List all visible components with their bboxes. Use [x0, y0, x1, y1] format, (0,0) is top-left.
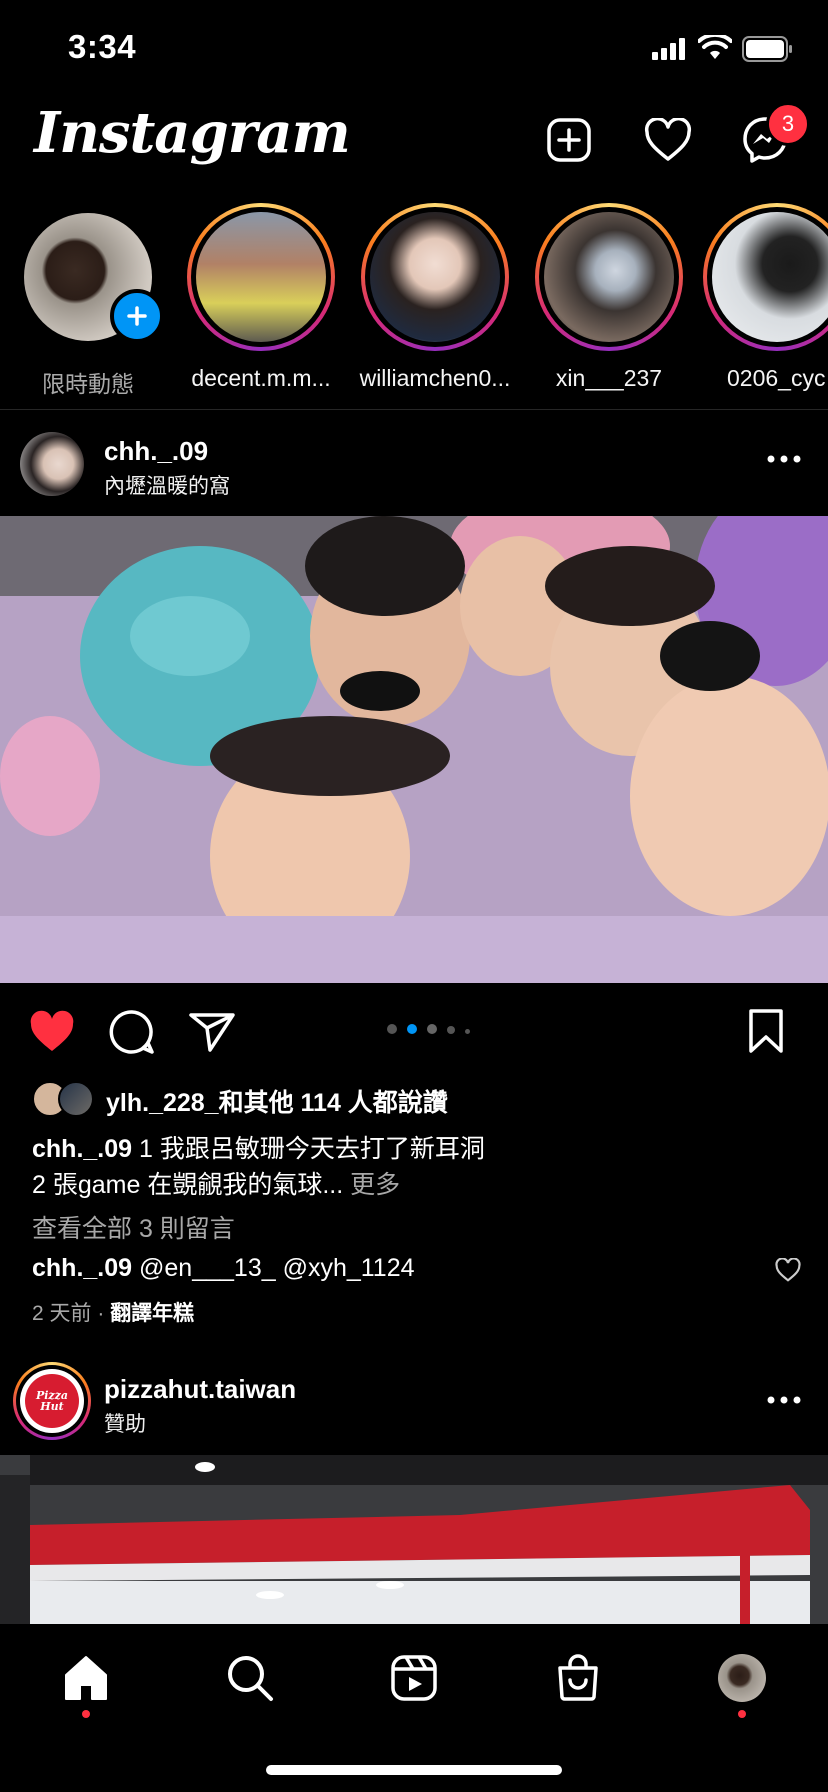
nav-reels-icon[interactable]	[384, 1648, 444, 1708]
story-label: williamchen0...	[359, 365, 511, 391]
caption-username[interactable]: chh._.09	[32, 1135, 132, 1163]
story-label: 限時動態	[42, 371, 134, 397]
activity-heart-button[interactable]	[642, 114, 694, 166]
post-more-icon[interactable]	[766, 452, 802, 471]
post-more-icon[interactable]	[766, 1393, 802, 1412]
wifi-icon	[697, 32, 733, 66]
story-avatar	[370, 212, 500, 342]
battery-icon	[742, 36, 794, 67]
comment-like-icon[interactable]	[775, 1257, 801, 1287]
caption: chh._.09 1 我跟呂敏珊今天去打了新耳洞 2 張game 在覬覦我的氣球…	[32, 1131, 792, 1203]
save-bookmark-icon[interactable]	[746, 1008, 786, 1059]
sponsor-username[interactable]: pizzahut.taiwan	[104, 1374, 296, 1405]
story-avatar	[196, 212, 326, 342]
translate-link[interactable]: 翻譯年糕	[110, 1302, 194, 1325]
comment-username[interactable]: chh._.09	[32, 1254, 132, 1282]
post-username[interactable]: chh._.09	[104, 436, 208, 467]
new-post-button[interactable]	[543, 114, 595, 166]
comment-icon[interactable]	[108, 1008, 156, 1061]
post-location[interactable]: 內壢溫暖的窩	[104, 470, 230, 500]
instagram-logo[interactable]: Instagram	[34, 100, 351, 166]
story-label: 0206_cyc	[727, 365, 826, 391]
home-indicator	[266, 1765, 562, 1775]
caption-line2: 2 張game 在覬覦我的氣球...	[32, 1171, 344, 1199]
view-all-comments[interactable]: 查看全部 3 則留言	[32, 1209, 235, 1245]
sponsor-photo[interactable]	[0, 1455, 828, 1624]
liker-avatars[interactable]	[32, 1081, 94, 1117]
nav-search-icon[interactable]	[220, 1648, 280, 1708]
likes-text[interactable]: ylh._228_和其他 114 人都說讚	[106, 1083, 448, 1119]
story-label: decent.m.m...	[191, 365, 331, 391]
story-avatar	[544, 212, 674, 342]
nav-profile-avatar[interactable]	[712, 1648, 772, 1708]
time-ago: 2 天前	[32, 1302, 92, 1325]
nav-home-icon[interactable]	[56, 1648, 116, 1708]
carousel-indicator	[382, 1021, 475, 1039]
caption-line1: 1 我跟呂敏珊今天去打了新耳洞	[139, 1135, 485, 1163]
pizzahut-logo: Pizza Hut	[25, 1374, 79, 1428]
share-icon[interactable]	[188, 1010, 236, 1059]
post-photo[interactable]	[0, 516, 828, 983]
story-item[interactable]: decent.m.m...	[181, 203, 341, 392]
signal-icon	[652, 38, 688, 65]
status-time: 3:34	[68, 28, 137, 65]
nav-shop-icon[interactable]	[548, 1648, 608, 1708]
caption-more-link[interactable]: 更多	[350, 1171, 400, 1199]
sponsored-label: 贊助	[104, 1413, 146, 1436]
story-item[interactable]: xin___237	[529, 203, 689, 392]
meta-separator: ·	[97, 1302, 111, 1325]
profile-notification-dot	[738, 1710, 746, 1718]
sponsor-avatar[interactable]: Pizza Hut	[13, 1362, 91, 1440]
home-notification-dot	[82, 1710, 90, 1718]
messenger-badge: 3	[766, 102, 810, 146]
like-icon[interactable]	[28, 1010, 76, 1059]
story-item[interactable]: williamchen0...	[355, 203, 515, 392]
story-label: xin___237	[555, 365, 663, 391]
add-story-icon[interactable]	[110, 289, 164, 343]
story-item[interactable]: 0206_cyc	[703, 203, 828, 392]
comment-text: @en___13_ @xyh_1124	[139, 1254, 415, 1282]
story-own[interactable]: 限時動態	[8, 203, 168, 399]
comment-row: chh._.09 @en___13_ @xyh_1124	[32, 1254, 415, 1283]
post-meta: 2 天前 · 翻譯年糕	[32, 1297, 194, 1327]
post-avatar[interactable]	[20, 432, 84, 496]
stories-divider	[0, 409, 828, 410]
story-avatar	[712, 212, 828, 342]
